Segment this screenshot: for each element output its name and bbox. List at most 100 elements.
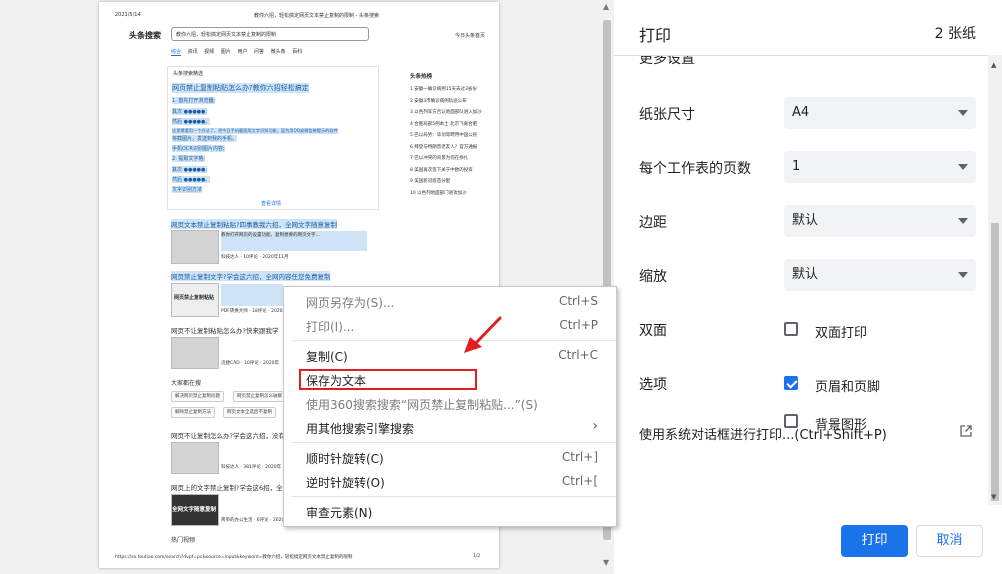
hot-list-item: 5 巴以局势：毕剑等聘用中国公民 (410, 133, 478, 138)
featured-line: 将截图片，发送到我的手机。 (172, 135, 238, 142)
settings-scrollbar[interactable]: ▲ ▼ (988, 55, 1002, 505)
featured-line: 1. 首先打开浏览器; (172, 97, 216, 104)
result-meta: 简单的办公生活 · 6评论 · 2020年 (221, 518, 289, 523)
hot-list-title: 头条热榜 (410, 74, 433, 80)
open-external-icon[interactable] (960, 425, 972, 437)
featured-line: 然后 ●●●●●。 (172, 176, 211, 183)
sheet-count: 2 张纸 (934, 26, 976, 42)
scroll-up-icon[interactable]: ▲ (991, 61, 996, 69)
result-thumbnail (171, 337, 219, 369)
menu-separator (292, 340, 616, 341)
cancel-button[interactable]: 取消 (916, 525, 983, 557)
margins-value: 默认 (792, 213, 819, 228)
preview-tab: 资讯 (187, 49, 198, 55)
featured-title: 网页禁止复制粘贴怎么办?教你六招轻松搞定 (172, 83, 309, 93)
duplex-option-label[interactable]: 双面打印 (815, 322, 867, 341)
preview-tab: 百科 (292, 49, 303, 55)
scale-label: 缩放 (639, 269, 667, 285)
hot-list-item: 2 安徽3市确诊病例轨迹公布 (410, 98, 467, 104)
pages-per-sheet-select[interactable]: 1 (784, 151, 976, 183)
chevron-down-icon (958, 110, 968, 116)
menu-save-page-as[interactable]: 网页另存为(S)... (306, 294, 394, 311)
scroll-down-icon[interactable]: ▼ (603, 558, 609, 567)
paper-size-value: A4 (792, 105, 810, 120)
hot-list-item: 6 拜登与特朗普老友人？官方通报 (410, 144, 478, 150)
settings-scroll-thumb[interactable] (991, 223, 999, 501)
hot-list-item: 9 美国新冠疫苗分配 (410, 179, 451, 184)
chevron-down-icon (958, 164, 968, 170)
pages-per-sheet-value: 1 (792, 159, 801, 174)
page-date: 2021/5/14 (115, 12, 141, 18)
paper-size-select[interactable]: A4 (784, 97, 976, 129)
menu-shortcut: Ctrl+C (558, 348, 598, 362)
menu-print[interactable]: 打印(I)... (306, 318, 354, 335)
result-thumbnail-text: 网页禁止复制粘贴 (174, 295, 215, 301)
options-label: 选项 (639, 377, 667, 393)
menu-inspect-element[interactable]: 审查元素(N) (306, 504, 372, 521)
preview-tab: 视频 (204, 49, 215, 55)
preview-tab: 微头条 (270, 49, 286, 55)
featured-line: 这里需要用一个办法了，把今日手机截图用文字识别功能，虽为用QQ或微信带提示的软件 (172, 128, 338, 134)
menu-search-360[interactable]: 使用360搜索搜索“网页禁止复制粘贴...”(S) (306, 396, 538, 413)
scroll-down-icon[interactable]: ▼ (991, 493, 996, 501)
result-meta: 迅捷CAD · 10评论 · 2020年 (221, 361, 279, 366)
print-settings-panel: 打印 2 张纸 更多设置 纸张尺寸 A4 每个工作表的页数 1 边距 默认 缩放… (614, 0, 1002, 574)
featured-line: 其次 ●●●●●; (172, 166, 208, 173)
preview-home-link: 今日头条首页 (455, 33, 486, 39)
menu-rotate-counterclockwise[interactable]: 逆时针旋转(O) (306, 474, 385, 491)
menu-copy[interactable]: 复制(C) (306, 348, 348, 365)
headers-footers-label[interactable]: 页眉和页脚 (815, 376, 880, 395)
more-settings-label[interactable]: 更多设置 (639, 56, 695, 68)
scroll-up-icon[interactable]: ▲ (603, 2, 609, 11)
result-meta: PDF转换大师 · 18评论 · 2020年 (221, 309, 288, 314)
duplex-label: 双面 (639, 323, 667, 339)
hot-list-item: 10 以色列地面部门进攻加沙 (410, 190, 467, 196)
hot-video-title: 热门视频 (171, 537, 196, 544)
menu-shortcut: Ctrl+P (559, 318, 598, 332)
result-thumbnail-text: 全网文字随意复制 (172, 507, 217, 513)
menu-other-search[interactable]: 用其他搜索引擎搜索 (306, 420, 414, 437)
chevron-right-icon: › (592, 418, 598, 434)
hot-list-item: 7 巴以冲突的背景为何在挣扎 (410, 156, 469, 161)
related-chip: 解除禁止复制方法 (171, 407, 215, 418)
featured-line: 手机OCR识别图片内容; (172, 145, 225, 152)
featured-line: 文字识别方法 (172, 186, 203, 193)
preview-tab: 综合 (171, 49, 182, 56)
print-title: 打印 (639, 26, 672, 45)
chevron-down-icon (958, 218, 968, 224)
page-header-title: 教你六招，轻松搞定网页文本禁止复制的限制 - 头条搜索 (254, 13, 379, 19)
related-title: 大家都在搜 (171, 380, 202, 387)
related-chip: 网页禁止复制怎么破解 (233, 391, 286, 402)
margins-select[interactable]: 默认 (784, 205, 976, 237)
hot-list-item: 1 安徽一确诊病例15天去过3省份 (410, 87, 477, 92)
menu-rotate-clockwise[interactable]: 顺时针旋转(C) (306, 450, 384, 467)
menu-shortcut: Ctrl+S (558, 294, 598, 308)
featured-more: 查看详情 (261, 201, 282, 207)
margins-label: 边距 (639, 215, 667, 231)
duplex-checkbox[interactable] (784, 322, 798, 336)
print-button[interactable]: 打印 (841, 525, 908, 557)
hot-list-item: 3 以色列军方否认地面部队进入加沙 (410, 110, 482, 115)
save-as-text-highlight (299, 369, 477, 390)
featured-line: 然后 ●●●●●。 (172, 118, 211, 125)
context-menu: 网页另存为(S)... Ctrl+S 打印(I)... Ctrl+P 复制(C)… (283, 286, 617, 527)
preview-tab: 问答 (254, 49, 265, 55)
featured-source: 头条搜索精选 (173, 71, 204, 77)
related-chip: 解决网页禁止复制问题 (171, 391, 224, 402)
chevron-down-icon (958, 272, 968, 278)
featured-line: 2. 提取文字格; (172, 155, 206, 162)
pages-per-sheet-label: 每个工作表的页数 (639, 161, 751, 177)
red-arrow-icon (464, 316, 502, 353)
menu-shortcut: Ctrl+] (561, 450, 598, 464)
result-title: 网页文本禁止复制粘贴?四事教我六招，全网文字随意复制 (171, 219, 337, 229)
paper-size-label: 纸张尺寸 (639, 107, 695, 123)
result-meta: 科技达人 · 10评论 · 2020年11月 (221, 255, 289, 260)
system-dialog-link[interactable]: 使用系统对话框进行打印...(Ctrl+Shift+P) (639, 424, 887, 443)
result-thumbnail (171, 230, 219, 264)
preview-tab: 图片 (220, 49, 231, 55)
scale-select[interactable]: 默认 (784, 259, 976, 291)
result-meta: 科技达人 · 381评论 · 2020年 (221, 465, 282, 470)
result-title: 网页不让复制粘贴怎么办?快来跟我学 (171, 327, 279, 335)
headers-footers-checkbox[interactable] (784, 376, 798, 390)
result-snippet-block (221, 284, 283, 306)
